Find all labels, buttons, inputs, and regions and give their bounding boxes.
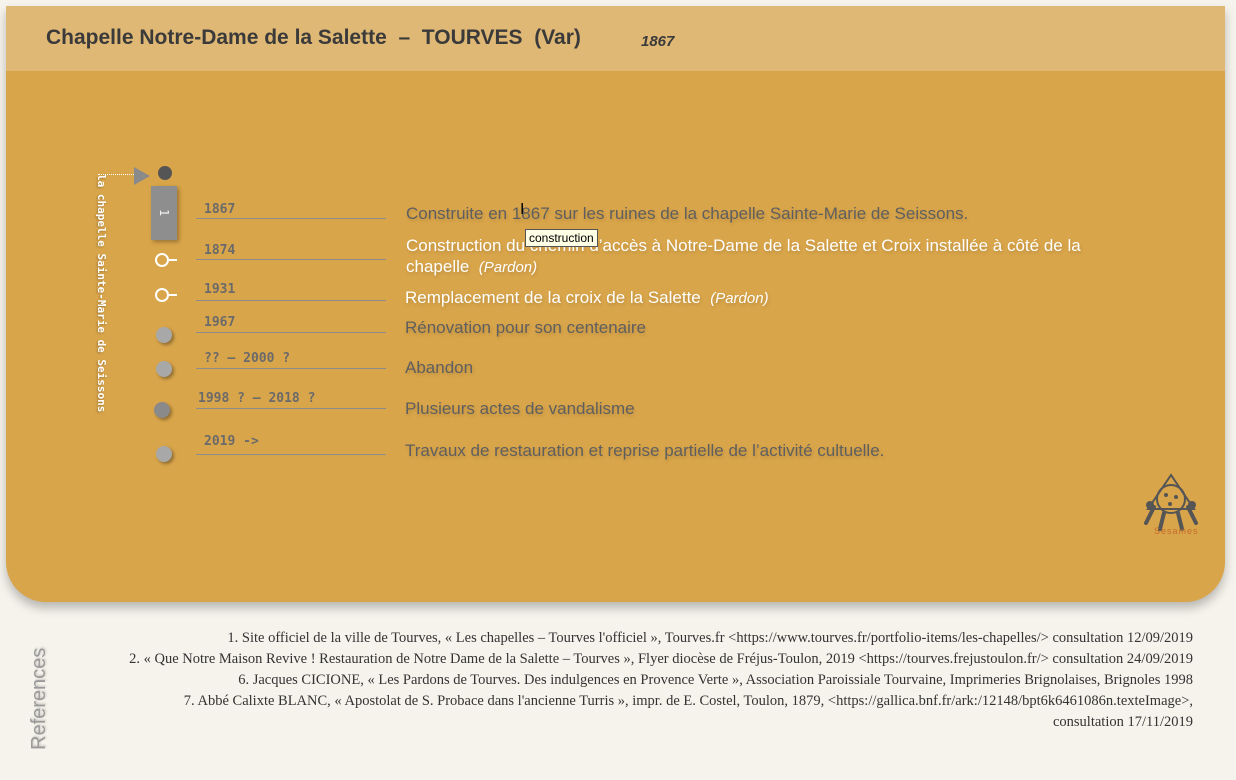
timeline-year: 1867 <box>204 202 236 217</box>
pin-icon[interactable] <box>155 253 177 267</box>
timeline-underline <box>196 408 386 409</box>
timeline-year: 1998 ? – 2018 ? <box>198 391 316 406</box>
pin-icon[interactable] <box>155 288 177 302</box>
timeline-event: Travaux de restauration et reprise parti… <box>405 440 884 461</box>
event-text: Construite en 1867 sur les ruines de la … <box>406 204 969 223</box>
timeline-event: Remplacement de la croix de la Salette (… <box>405 287 769 309</box>
event-text: Travaux de restauration et reprise parti… <box>405 441 885 460</box>
reference-item: 2. « Que Notre Maison Revive ! Restaurat… <box>129 651 1193 667</box>
references-label: References <box>28 647 50 750</box>
event-text: Remplacement de la croix de la Salette <box>405 288 701 307</box>
header-bar: Chapelle Notre-Dame de la Salette – TOUR… <box>6 6 1225 71</box>
timeline-event: Rénovation pour son centenaire <box>405 317 646 338</box>
timeline-year: 2019 -> <box>204 434 259 449</box>
reference-item: 7. Abbé Calixte BLANC, « Apostolat de S.… <box>183 693 1193 730</box>
event-note: (Pardon) <box>710 290 769 307</box>
timeline-year: 1967 <box>204 315 236 330</box>
references-list: 1. Site officiel de la ville de Tourves,… <box>120 628 1193 733</box>
event-note: (Pardon) <box>478 259 538 276</box>
timeline-dot-icon[interactable] <box>156 361 172 377</box>
text-cursor-icon: I <box>520 201 525 218</box>
reference-tab-number: 1 <box>157 209 171 217</box>
timeline-underline <box>196 368 386 369</box>
reference-tab[interactable]: 1 <box>151 186 177 240</box>
timeline-underline <box>196 332 386 333</box>
slide-card: Chapelle Notre-Dame de la Salette – TOUR… <box>6 6 1225 602</box>
timeline-event: Construction du chemin d’accès à Notre-D… <box>406 235 1086 278</box>
tooltip: construction <box>525 229 598 247</box>
timeline-dot-icon[interactable] <box>156 446 172 462</box>
play-arrow-icon[interactable] <box>134 167 150 185</box>
timeline-year: 1931 <box>204 282 236 297</box>
timeline-underline <box>196 300 386 301</box>
timeline-dot-icon[interactable] <box>154 402 170 418</box>
timeline-underline <box>196 218 386 219</box>
header-year: 1867 <box>641 33 675 50</box>
event-text: Rénovation pour son centenaire <box>405 318 646 337</box>
timeline-event: Construite en 1867 sur les ruines de la … <box>406 203 968 224</box>
timeline-event: Abandon <box>405 357 473 378</box>
timeline-year: 1874 <box>204 243 236 258</box>
vertical-chapel-label: la chapelle Sainte-Marie de Seissons <box>95 174 108 413</box>
timeline-underline <box>196 454 386 455</box>
timeline-year: ?? – 2000 ? <box>204 351 291 366</box>
event-text: Plusieurs actes de vandalisme <box>405 399 635 418</box>
event-text: Abandon <box>405 358 474 377</box>
reference-item: 6. Jacques CICIONE, « Les Pardons de Tou… <box>238 672 1193 688</box>
timeline-dot-icon[interactable] <box>156 327 172 343</box>
logo-text: Sesames <box>1154 526 1199 536</box>
reference-item: 1. Site officiel de la ville de Tourves,… <box>227 630 1193 646</box>
timeline-event: Plusieurs actes de vandalisme <box>405 398 635 419</box>
top-dot-icon <box>158 166 172 180</box>
page-title: Chapelle Notre-Dame de la Salette – TOUR… <box>46 26 581 49</box>
timeline-underline <box>196 259 386 260</box>
